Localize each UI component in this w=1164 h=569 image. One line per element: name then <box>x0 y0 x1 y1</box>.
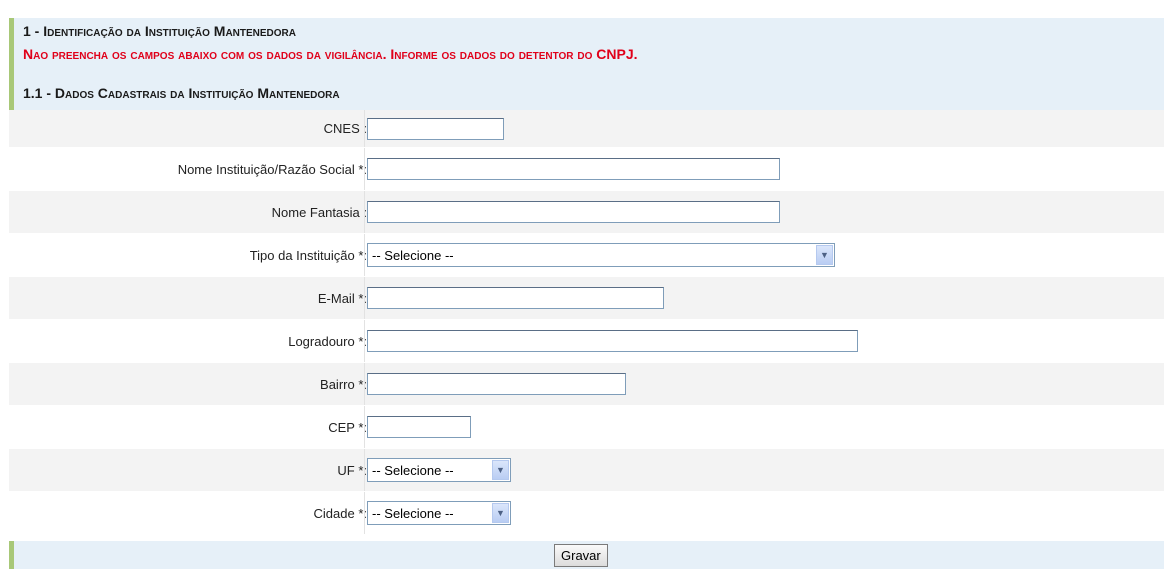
row-divider <box>364 234 365 276</box>
row-divider <box>364 406 365 448</box>
email-label: E-Mail *: <box>317 290 367 306</box>
form-row-nome: Nome Instituição/Razão Social *: <box>9 148 1164 191</box>
cep-label: CEP *: <box>328 419 367 435</box>
bairro-input[interactable] <box>367 373 626 395</box>
form-row-tipo: Tipo da Instituição *: -- Selecione -- ▼ <box>9 234 1164 277</box>
form-row-logradouro: Logradouro *: <box>9 320 1164 363</box>
form-footer: Gravar <box>9 541 1164 569</box>
tipo-instituicao-select[interactable]: -- Selecione -- ▼ <box>367 243 835 267</box>
subsection-title: 1.1 - Dados Cadastrais da Instituição Ma… <box>9 66 1164 110</box>
row-divider <box>364 320 365 362</box>
chevron-down-icon[interactable]: ▼ <box>492 503 509 523</box>
form-row-uf: UF *: -- Selecione -- ▼ <box>9 449 1164 492</box>
registration-form: CNES : Nome Instituição/Razão Social *: … <box>9 110 1164 535</box>
gravar-button[interactable]: Gravar <box>554 544 608 567</box>
tipo-selected-value: -- Selecione -- <box>372 247 454 263</box>
form-row-cidade: Cidade *: -- Selecione -- ▼ <box>9 492 1164 535</box>
cidade-label: Cidade *: <box>313 505 367 521</box>
bairro-label: Bairro *: <box>320 376 367 392</box>
logradouro-label: Logradouro *: <box>288 333 367 349</box>
page: 1 - Identificação da Instituição Mantene… <box>0 0 1164 569</box>
uf-selected-value: -- Selecione -- <box>372 462 454 478</box>
section-title: 1 - Identificação da Instituição Mantene… <box>9 18 1164 42</box>
logradouro-input[interactable] <box>367 330 858 352</box>
chevron-down-icon[interactable]: ▼ <box>492 460 509 480</box>
cidade-select[interactable]: -- Selecione -- ▼ <box>367 501 511 525</box>
form-row-bairro: Bairro *: <box>9 363 1164 406</box>
email-input[interactable] <box>367 287 664 309</box>
form-row-cnes: CNES : <box>9 110 1164 148</box>
form-row-fantasia: Nome Fantasia : <box>9 191 1164 234</box>
cep-input[interactable] <box>367 416 471 438</box>
row-divider <box>364 449 365 491</box>
nome-label: Nome Instituição/Razão Social *: <box>177 161 367 177</box>
row-divider <box>364 148 365 190</box>
uf-select[interactable]: -- Selecione -- ▼ <box>367 458 511 482</box>
fantasia-label: Nome Fantasia : <box>271 204 367 220</box>
cnes-input[interactable] <box>367 117 504 140</box>
tipo-label: Tipo da Instituição *: <box>249 247 367 263</box>
form-row-email: E-Mail *: <box>9 277 1164 320</box>
row-divider <box>364 363 365 405</box>
razao-social-input[interactable] <box>367 158 780 180</box>
row-divider <box>364 191 365 233</box>
chevron-down-icon[interactable]: ▼ <box>816 245 833 265</box>
row-divider <box>364 110 365 147</box>
nome-fantasia-input[interactable] <box>367 201 780 223</box>
cnes-label: CNES : <box>323 121 367 136</box>
uf-label: UF *: <box>337 462 367 478</box>
row-divider <box>364 492 365 534</box>
cidade-selected-value: -- Selecione -- <box>372 505 454 521</box>
row-divider <box>364 277 365 319</box>
form-row-cep: CEP *: <box>9 406 1164 449</box>
warning-message: Nao preencha os campos abaixo com os dad… <box>9 42 1164 66</box>
